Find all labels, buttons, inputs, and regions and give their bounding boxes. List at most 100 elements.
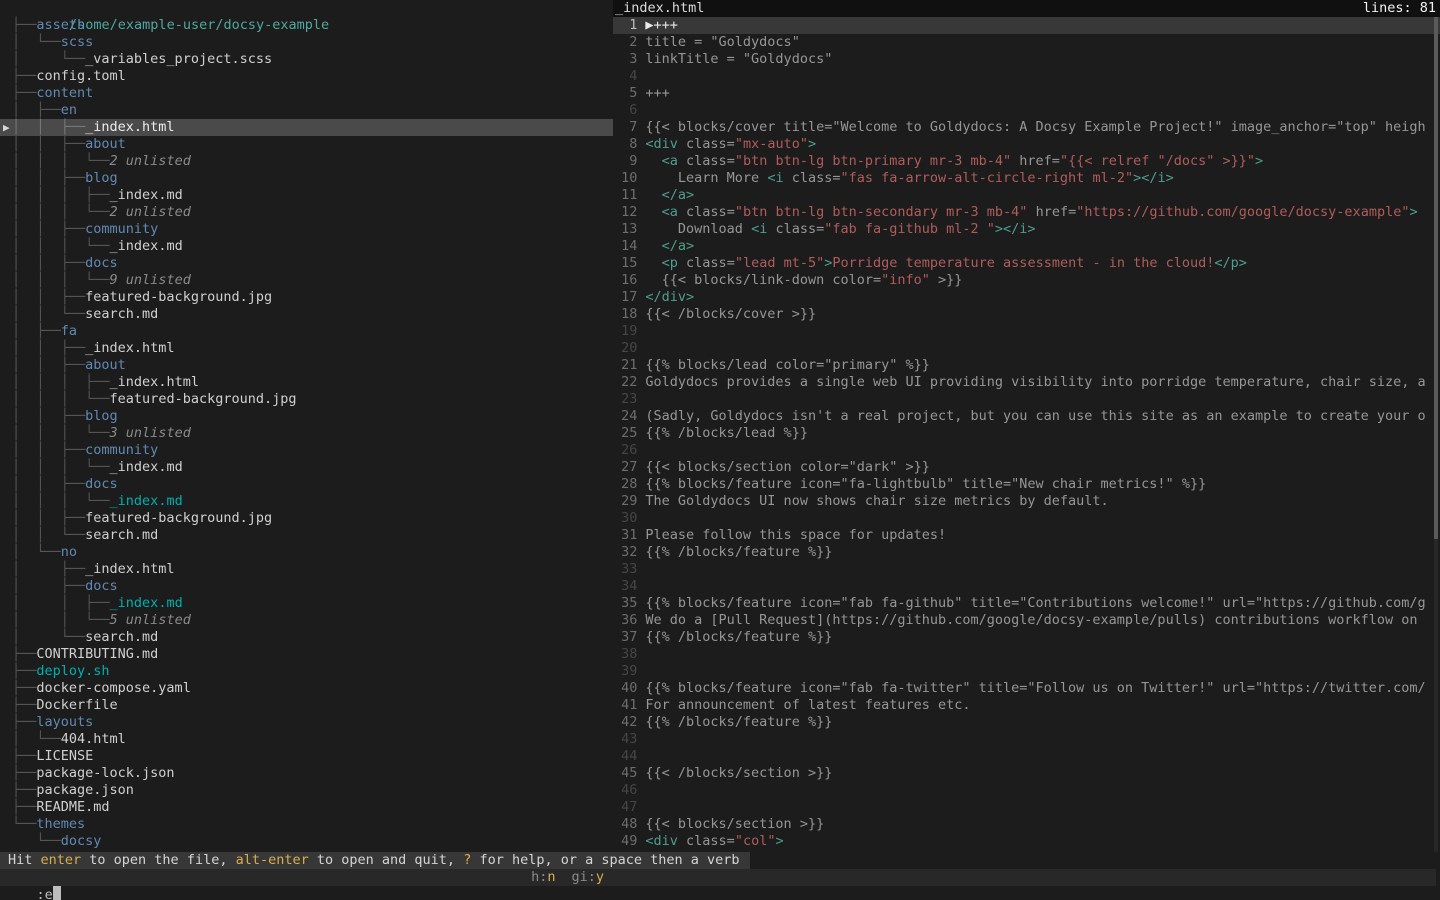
tree-row[interactable]: │ │ └──5 unlisted bbox=[0, 612, 613, 629]
tree-row[interactable]: │ └──_variables_project.scss bbox=[0, 51, 613, 68]
tree-row[interactable]: │ │ ├──about bbox=[0, 136, 613, 153]
tree-row[interactable]: │ │ ├──about bbox=[0, 357, 613, 374]
tree-branch-lines: ├── bbox=[12, 646, 36, 662]
file-name: search.md bbox=[85, 527, 158, 543]
code-line: 12 <a class="btn btn-lg btn-secondary mr… bbox=[613, 204, 1440, 221]
code-line: 36We do a [Pull Request](https://github.… bbox=[613, 612, 1440, 629]
tree-row-selected[interactable]: ▶│ │ ├──_index.html bbox=[0, 119, 613, 136]
command-input-row[interactable]: :e h:ngi:y bbox=[0, 869, 1436, 886]
code-text: {{% /blocks/feature %}} bbox=[637, 714, 832, 731]
tree-branch-lines: │ │ └── bbox=[12, 306, 85, 322]
tree-row[interactable]: ├──CONTRIBUTING.md bbox=[0, 646, 613, 663]
tree-row[interactable]: │ │ ├──_index.html bbox=[0, 340, 613, 357]
preview-scrollbar[interactable] bbox=[1434, 17, 1438, 852]
tree-row[interactable]: │ │ ├──community bbox=[0, 221, 613, 238]
tree-row[interactable]: │ │ ├──docs bbox=[0, 255, 613, 272]
dir-name: about bbox=[85, 357, 126, 373]
file-name: docker-compose.yaml bbox=[36, 680, 190, 696]
code-line: 24(Sadly, Goldydocs isn't a real project… bbox=[613, 408, 1440, 425]
tree-row[interactable]: ├──content bbox=[0, 85, 613, 102]
tree-row[interactable]: │ │ │ └──_index.md bbox=[0, 459, 613, 476]
tree-row[interactable]: │ └──404.html bbox=[0, 731, 613, 748]
preview-scrollbar-thumb[interactable] bbox=[1434, 17, 1438, 539]
tree-row[interactable]: ├──package.json bbox=[0, 782, 613, 799]
tree-row[interactable]: ├──package-lock.json bbox=[0, 765, 613, 782]
tree-row[interactable]: ├──assets bbox=[0, 17, 613, 34]
file-name: README.md bbox=[36, 799, 109, 815]
code-line: 11 </a> bbox=[613, 187, 1440, 204]
tree-row[interactable]: │ ├──_index.html bbox=[0, 561, 613, 578]
tree-row[interactable]: │ │ ├──community bbox=[0, 442, 613, 459]
code-line: 27{{< blocks/section color="dark" >}} bbox=[613, 459, 1440, 476]
tree-row[interactable]: │ │ ├──featured-background.jpg bbox=[0, 289, 613, 306]
tree-row[interactable]: ├──LICENSE bbox=[0, 748, 613, 765]
tree-row[interactable]: │ └──scss bbox=[0, 34, 613, 51]
preview-panel: _index.html lines: 81 1▶+++2title = "Gol… bbox=[613, 0, 1440, 852]
line-number: 20 bbox=[613, 340, 637, 357]
mode-flags: h:ngi:y bbox=[0, 869, 604, 886]
command-input-value[interactable]: :e bbox=[33, 887, 53, 900]
tree-row[interactable]: │ │ │ ├──_index.md bbox=[0, 187, 613, 204]
tree-row[interactable]: │ │ └──search.md bbox=[0, 527, 613, 544]
tree-row[interactable]: └──docsy bbox=[0, 833, 613, 850]
tree-row[interactable]: │ ├──en bbox=[0, 102, 613, 119]
file-name: CONTRIBUTING.md bbox=[36, 646, 158, 662]
dir-name: fa bbox=[61, 323, 77, 339]
tree-branch-lines: │ │ ├── bbox=[12, 510, 85, 526]
tree-row[interactable]: │ │ ├──_index.md bbox=[0, 595, 613, 612]
code-text bbox=[637, 391, 645, 408]
tree-row[interactable]: │ │ │ └──featured-background.jpg bbox=[0, 391, 613, 408]
code-line: 21{{% blocks/lead color="primary" %}} bbox=[613, 357, 1440, 374]
tree-row[interactable]: │ │ ├──blog bbox=[0, 170, 613, 187]
line-number: 41 bbox=[613, 697, 637, 714]
code-text: (Sadly, Goldydocs isn't a real project, … bbox=[637, 408, 1425, 425]
dir-name: scss bbox=[61, 34, 94, 50]
preview-header: _index.html lines: 81 bbox=[613, 0, 1440, 17]
tree-row[interactable]: │ ├──fa bbox=[0, 323, 613, 340]
code-line: 38 bbox=[613, 646, 1440, 663]
tree-row[interactable]: │ ├──docs bbox=[0, 578, 613, 595]
code-text: <div class="mx-auto"> bbox=[637, 136, 816, 153]
tree-row[interactable]: │ │ ├──blog bbox=[0, 408, 613, 425]
tree-branch-lines: ├── bbox=[12, 663, 36, 679]
code-text bbox=[637, 782, 645, 799]
tree-row[interactable]: ├──Dockerfile bbox=[0, 697, 613, 714]
tree-row[interactable]: │ │ │ └──_index.md bbox=[0, 238, 613, 255]
code-line: 40{{% blocks/feature icon="fab fa-twitte… bbox=[613, 680, 1440, 697]
tree-branch-lines: │ │ ├── bbox=[12, 408, 85, 424]
line-number: 21 bbox=[613, 357, 637, 374]
code-text: </a> bbox=[637, 238, 694, 255]
tree-branch-lines: ├── bbox=[12, 799, 36, 815]
code-text: Please follow this space for updates! bbox=[637, 527, 946, 544]
line-number: 16 bbox=[613, 272, 637, 289]
line-number: 22 bbox=[613, 374, 637, 391]
tree-row[interactable]: │ │ │ ├──_index.html bbox=[0, 374, 613, 391]
code-text: {{% /blocks/feature %}} bbox=[637, 544, 832, 561]
tree-row[interactable]: │ │ │ └──9 unlisted bbox=[0, 272, 613, 289]
tree-row[interactable]: ├──README.md bbox=[0, 799, 613, 816]
tree-row[interactable]: │ │ │ └──_index.md bbox=[0, 493, 613, 510]
tree-row[interactable]: │ │ │ └──3 unlisted bbox=[0, 425, 613, 442]
tree-row[interactable]: ├──config.toml bbox=[0, 68, 613, 85]
tree-row[interactable]: │ │ ├──featured-background.jpg bbox=[0, 510, 613, 527]
tree-branch-lines: │ │ ├── bbox=[12, 595, 110, 611]
code-text: +++ bbox=[637, 85, 669, 102]
code-text: <div class="col"> bbox=[637, 833, 783, 850]
tree-row[interactable]: ├──layouts bbox=[0, 714, 613, 731]
tree-row[interactable]: │ └──search.md bbox=[0, 629, 613, 646]
tree-branch-lines: │ │ └── bbox=[12, 612, 110, 628]
tree-row[interactable]: │ └──no bbox=[0, 544, 613, 561]
tree-row[interactable]: │ │ └──search.md bbox=[0, 306, 613, 323]
tree-row[interactable]: └──themes bbox=[0, 816, 613, 833]
tree-row[interactable]: │ │ │ └──2 unlisted bbox=[0, 153, 613, 170]
main-area: /home/example-user/docsy-example ├──asse… bbox=[0, 0, 1440, 852]
line-number: 33 bbox=[613, 561, 637, 578]
tree-row[interactable]: ├──deploy.sh bbox=[0, 663, 613, 680]
tree-row[interactable]: │ │ ├──docs bbox=[0, 476, 613, 493]
tree-row[interactable]: │ │ │ └──2 unlisted bbox=[0, 204, 613, 221]
tree-branch-lines: │ │ │ └── bbox=[12, 238, 110, 254]
code-text bbox=[637, 68, 645, 85]
tree-row[interactable]: ├──docker-compose.yaml bbox=[0, 680, 613, 697]
line-number: 38 bbox=[613, 646, 637, 663]
code-line: 31Please follow this space for updates! bbox=[613, 527, 1440, 544]
